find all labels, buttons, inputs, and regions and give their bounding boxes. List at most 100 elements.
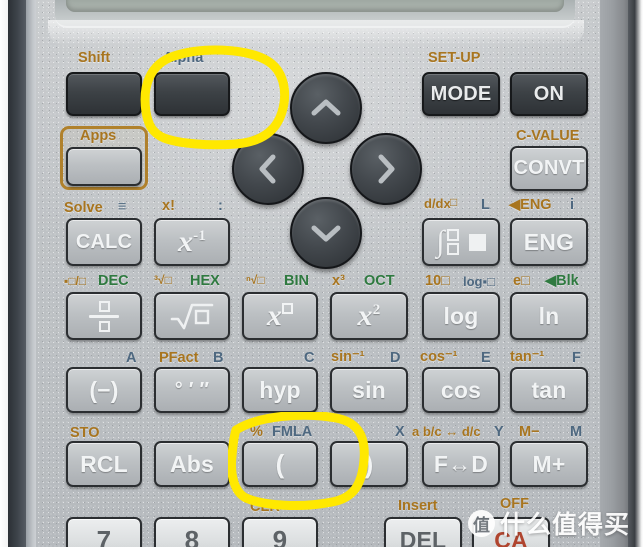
open-paren-key[interactable]: ( <box>242 441 318 487</box>
legend-L: L <box>481 197 490 213</box>
watermark-text: 什么值得买 <box>500 511 631 539</box>
legend-m-minus: M− <box>519 424 540 440</box>
site-watermark: 值 什么值得买 <box>468 505 630 541</box>
chevron-up-icon <box>311 99 341 116</box>
cursor-left-key[interactable] <box>232 133 304 205</box>
negate-key[interactable]: (−) <box>66 367 142 413</box>
integral-upper-box <box>446 229 459 241</box>
x-power-glyph: x <box>267 301 294 331</box>
on-key[interactable]: ON <box>510 72 588 116</box>
legend-sto: STO <box>70 425 100 441</box>
bezel-highlight <box>48 20 584 46</box>
delete-key[interactable]: DEL <box>384 517 462 547</box>
legend-percent: % <box>250 424 263 440</box>
legend-hex: HEX <box>190 273 220 289</box>
digit-8-key[interactable]: 8 <box>154 517 230 547</box>
alpha-key[interactable] <box>154 72 230 116</box>
shift-key[interactable] <box>66 72 142 116</box>
legend-colon: : <box>218 198 223 214</box>
legend-var-B: B <box>213 350 224 366</box>
legend-insert: Insert <box>398 498 438 514</box>
calculator-photo: Shift Alpha SET-UP MODE ON Apps C-VALUE … <box>0 0 643 547</box>
legend-var-A: A <box>126 350 137 366</box>
sin-key[interactable]: sin <box>330 367 408 413</box>
cursor-up-key[interactable] <box>290 72 362 144</box>
legend-nth-root: ⁿ√□ <box>246 273 265 287</box>
legend-mixed-fraction: ▪□/□ <box>64 274 87 288</box>
legend-e-power: e□ <box>513 273 530 289</box>
legend-var-D: D <box>390 350 401 366</box>
abs-key[interactable]: Abs <box>154 441 230 487</box>
calc-key[interactable]: CALC <box>66 218 142 266</box>
legend-set-up: SET-UP <box>428 50 481 66</box>
rcl-key[interactable]: RCL <box>66 441 142 487</box>
legend-oct: OCT <box>364 273 395 289</box>
legend-solve-equals: ≡ <box>118 199 127 215</box>
legend-ten-power: 10□ <box>425 273 450 289</box>
lcd-display <box>66 0 564 12</box>
legend-var-E: E <box>481 350 491 366</box>
legend-memory-M: M <box>570 424 583 440</box>
close-paren-key[interactable]: ) <box>330 441 408 487</box>
fraction-key[interactable] <box>66 292 142 340</box>
degree-minute-second-key[interactable]: ° ′ ″ <box>154 367 230 413</box>
tan-key[interactable]: tan <box>510 367 588 413</box>
legend-solve: Solve <box>64 200 103 216</box>
legend-cube-root: ³√□ <box>154 273 172 287</box>
integral-key[interactable]: ∫ <box>422 218 500 266</box>
legend-c-value: C-VALUE <box>516 128 580 144</box>
x-inverse-key[interactable]: x-1 <box>154 218 230 266</box>
ln-key[interactable]: ln <box>510 292 588 340</box>
legend-sin-inverse: sin⁻¹ <box>331 349 365 365</box>
x-squared-key[interactable]: x2 <box>330 292 408 340</box>
legend-blk: ◀Blk <box>545 273 579 289</box>
mode-key[interactable]: MODE <box>422 72 500 116</box>
legend-eng-left: ◀ENG <box>509 197 552 213</box>
cursor-down-key[interactable] <box>290 197 362 269</box>
watermark-logo-icon: 值 <box>468 509 495 537</box>
integral-glyph: ∫ <box>436 225 445 258</box>
digit-9-key[interactable]: 9 <box>242 517 318 547</box>
legend-log-box: log▪□ <box>463 274 495 289</box>
sqrt-icon <box>170 303 214 330</box>
legend-tan-inverse: tan⁻¹ <box>510 349 545 365</box>
chevron-left-icon <box>259 154 276 184</box>
x-inverse-glyph: x-1 <box>177 225 207 258</box>
legend-x-cubed: x³ <box>332 273 345 289</box>
legend-var-F: F <box>572 350 581 366</box>
calculator-right-bezel <box>600 0 630 547</box>
x-power-key[interactable]: x <box>242 292 318 340</box>
legend-cos-inverse: cos⁻¹ <box>420 349 458 365</box>
fraction-decimal-toggle-key[interactable]: F↔D <box>422 441 500 487</box>
legend-var-Y: Y <box>494 424 504 440</box>
legend-clr: CLR <box>250 499 280 515</box>
integral-lower-box <box>446 243 459 255</box>
cursor-right-key[interactable] <box>350 133 422 205</box>
legend-fmla: FMLA <box>272 424 313 440</box>
cos-key[interactable]: cos <box>422 367 500 413</box>
legend-var-X: X <box>395 424 405 440</box>
legend-apps: Apps <box>80 128 117 144</box>
fraction-glyph <box>89 300 119 332</box>
apps-key[interactable] <box>66 147 142 186</box>
legend-pfact: PFact <box>159 350 199 366</box>
convt-key[interactable]: CONVT <box>510 146 588 191</box>
square-root-key[interactable] <box>154 292 230 340</box>
legend-x-factorial: x! <box>162 198 175 214</box>
legend-abc-dc: a b/c ↔ d/c <box>412 424 481 439</box>
legend-bin: BIN <box>284 273 309 289</box>
eng-key[interactable]: ENG <box>510 218 588 266</box>
calculator-right-edge <box>628 0 643 547</box>
legend-dec: DEC <box>98 273 129 289</box>
legend-d-dx-box: □ <box>450 195 458 209</box>
x-squared-glyph: x2 <box>357 299 381 332</box>
legend-alpha: Alpha <box>163 50 204 66</box>
hyp-key[interactable]: hyp <box>242 367 318 413</box>
legend-i: i <box>570 197 575 213</box>
digit-7-key[interactable]: 7 <box>66 517 142 547</box>
legend-d-dx: d/dx <box>424 196 451 211</box>
memory-plus-key[interactable]: M+ <box>510 441 588 487</box>
log-key[interactable]: log <box>422 292 500 340</box>
chevron-down-icon <box>311 225 341 242</box>
legend-shift: Shift <box>78 50 111 66</box>
